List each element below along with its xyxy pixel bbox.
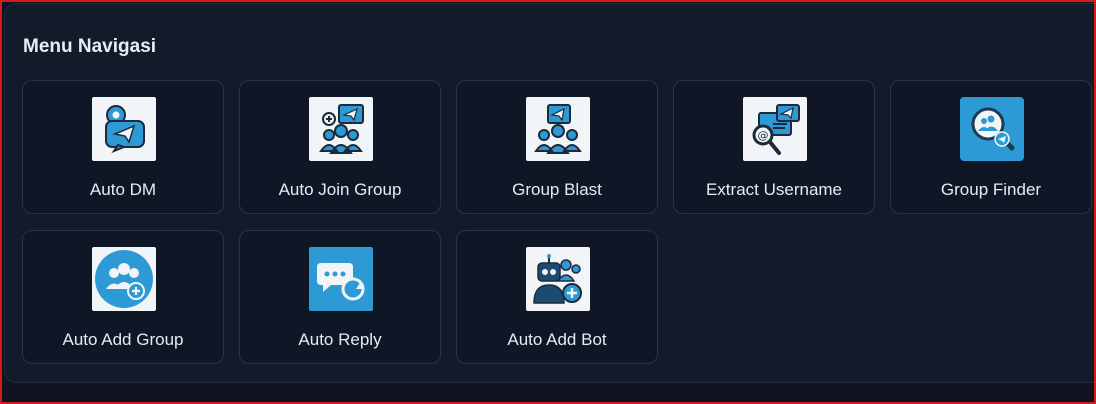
- auto-join-group-icon: [309, 97, 373, 161]
- menu-item-group-blast[interactable]: Group Blast: [456, 80, 658, 214]
- svg-text:@: @: [758, 129, 769, 142]
- menu-item-label: Auto DM: [89, 180, 157, 199]
- menu-item-label: Auto Reply: [298, 330, 382, 349]
- menu-item-label: Auto Add Bot: [507, 330, 607, 349]
- menu-item-auto-add-bot[interactable]: Auto Add Bot: [456, 230, 658, 364]
- menu-item-label: Auto Join Group: [278, 180, 402, 199]
- menu-item-label: Group Blast: [512, 180, 602, 199]
- extract-username-icon: @: [743, 97, 807, 161]
- menu-item-label: Extract Username: [705, 180, 843, 199]
- group-finder-icon: [960, 97, 1024, 161]
- group-blast-icon: [526, 97, 590, 161]
- menu-item-group-finder[interactable]: Group Finder: [890, 80, 1092, 214]
- page-title: Menu Navigasi: [23, 36, 157, 57]
- menu-item-label: Auto Add Group: [62, 330, 184, 349]
- auto-reply-icon: [309, 247, 373, 311]
- menu-item-auto-join-group[interactable]: Auto Join Group: [239, 80, 441, 214]
- menu-item-label: Group Finder: [940, 180, 1042, 199]
- menu-item-auto-add-group[interactable]: Auto Add Group: [22, 230, 224, 364]
- menu-item-auto-dm[interactable]: Auto DM: [22, 80, 224, 214]
- menu-item-auto-reply[interactable]: Auto Reply: [239, 230, 441, 364]
- auto-dm-icon: [92, 97, 156, 161]
- menu-item-extract-username[interactable]: @ Extract Username: [673, 80, 875, 214]
- auto-add-group-icon: [92, 247, 156, 311]
- auto-add-bot-icon: [526, 247, 590, 311]
